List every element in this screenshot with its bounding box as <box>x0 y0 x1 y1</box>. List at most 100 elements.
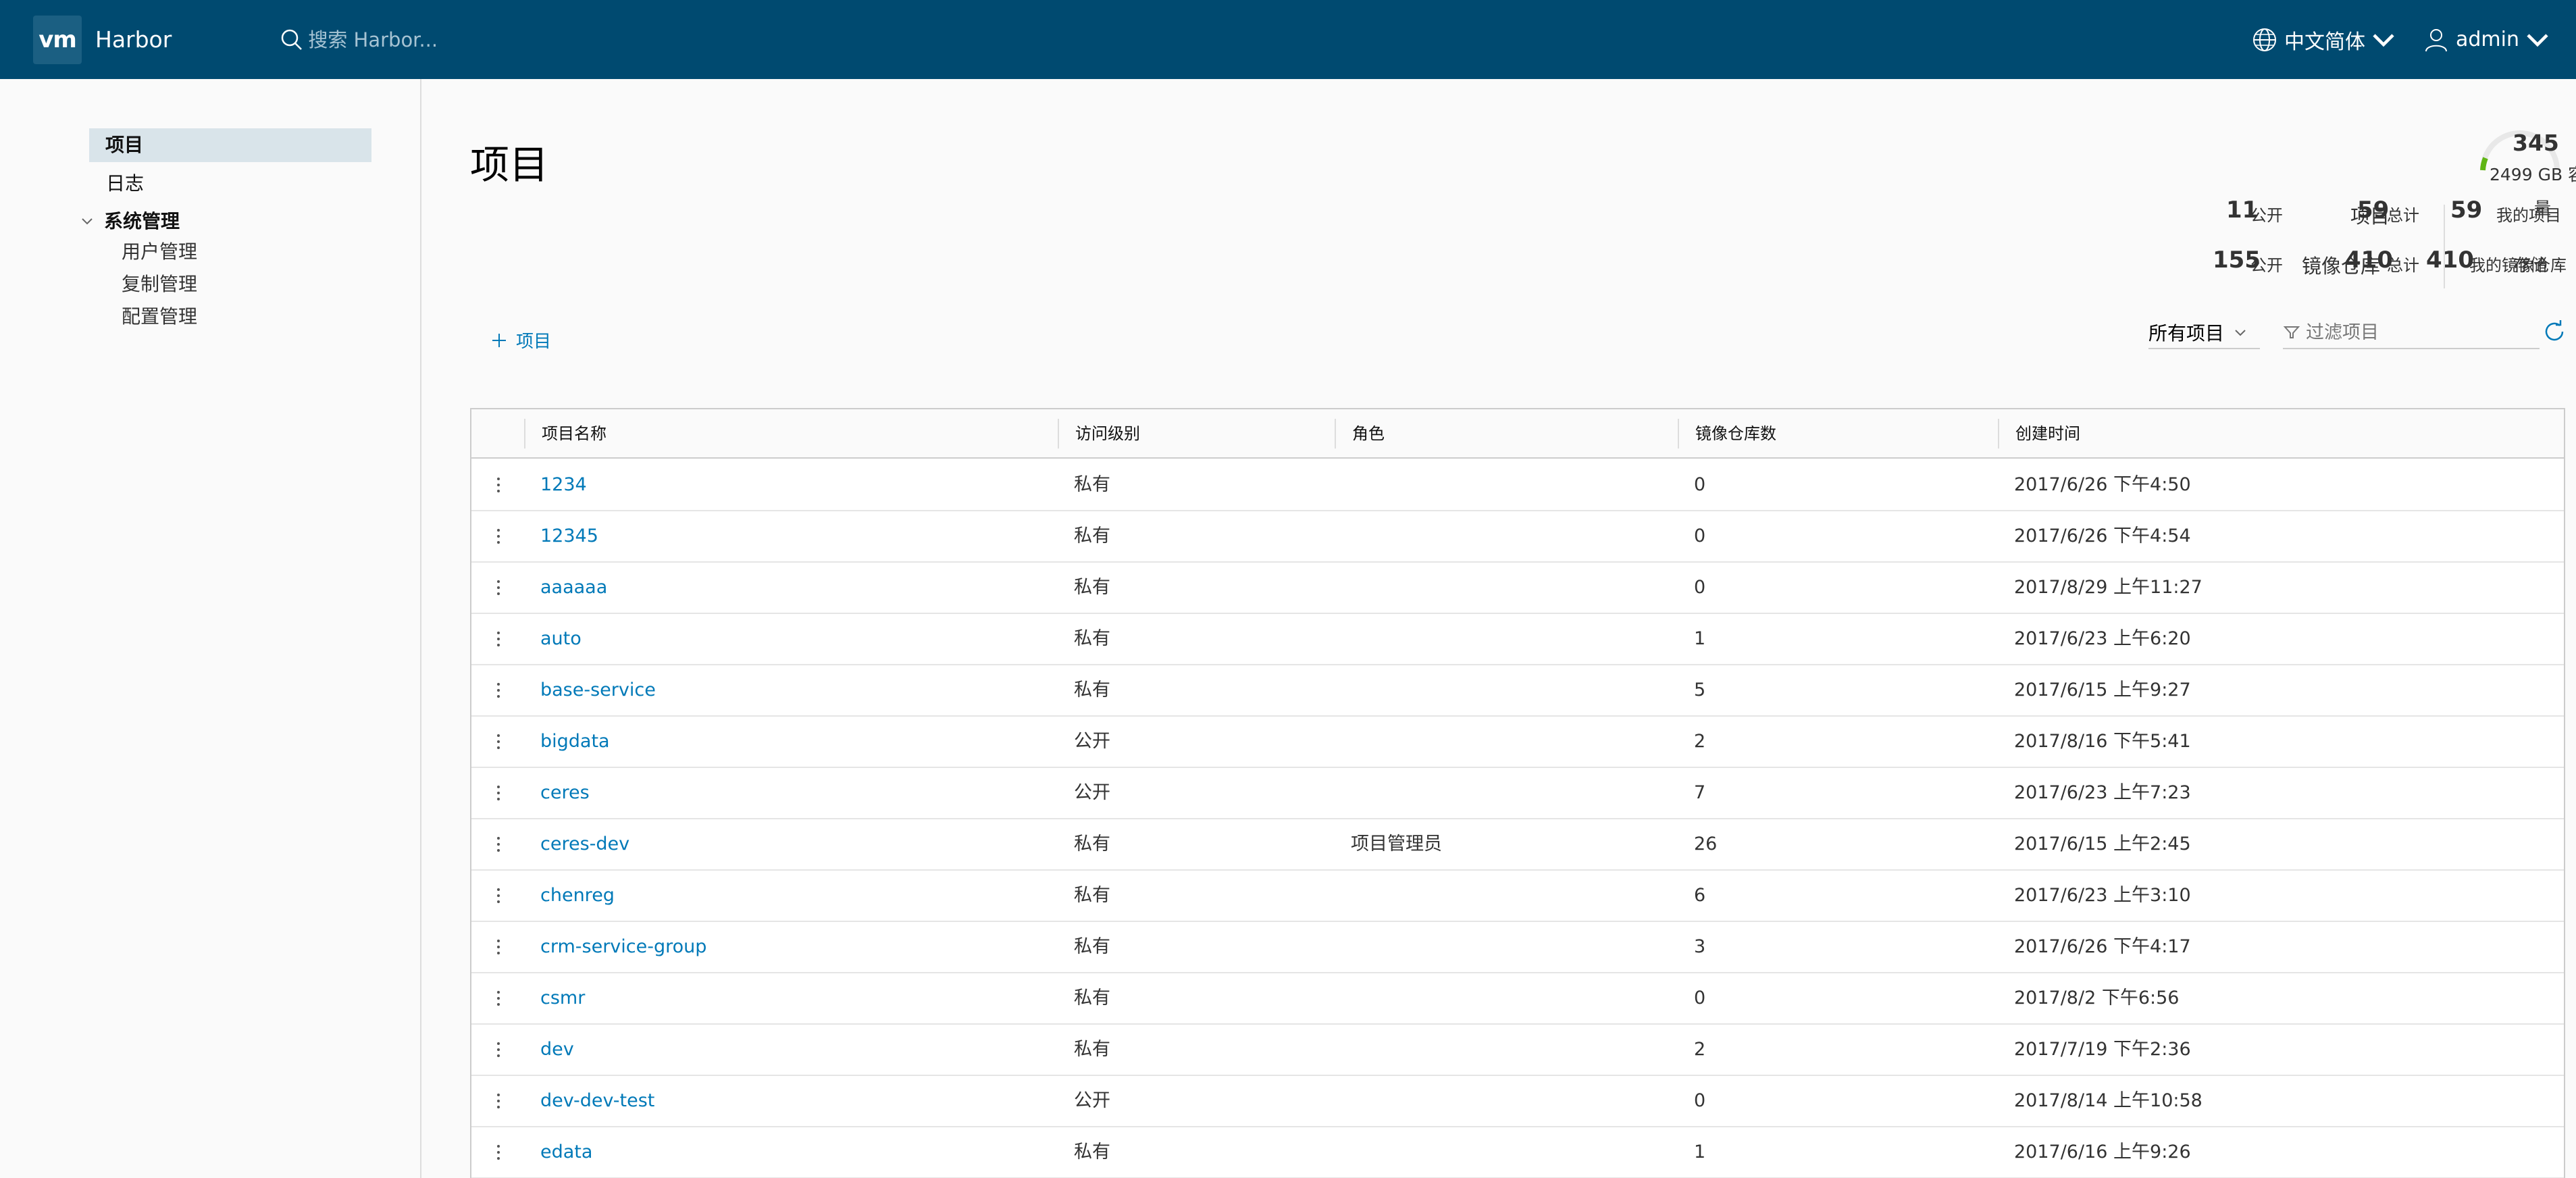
repo-count-cell: 6 <box>1694 885 1706 906</box>
sidebar-item-users[interactable]: 用户管理 <box>122 236 197 268</box>
creation-time-cell: 2017/6/26 下午4:17 <box>2014 936 2191 957</box>
project-name-link[interactable]: edata <box>524 1127 592 1177</box>
column-header-name[interactable]: 项目名称 <box>524 419 1058 449</box>
row-actions-icon[interactable] <box>492 834 505 854</box>
project-name-link[interactable]: 1234 <box>524 460 587 510</box>
access-level-cell: 私有 <box>1074 577 1110 598</box>
access-level-cell: 私有 <box>1074 1142 1110 1162</box>
repo-count-cell: 5 <box>1694 680 1706 700</box>
role-cell <box>1335 614 1351 664</box>
access-level-cell: 私有 <box>1074 680 1110 700</box>
repo-count-cell: 0 <box>1694 577 1706 598</box>
row-actions-icon[interactable] <box>492 732 505 752</box>
sidebar-item-projects[interactable]: 项目 <box>89 128 371 162</box>
row-actions-icon[interactable] <box>492 937 505 957</box>
table-row: aaaaaa 私有 0 2017/8/29 上午11:27 <box>471 563 2564 614</box>
row-actions-icon[interactable] <box>492 886 505 906</box>
storage-used: 345 <box>2513 130 2559 156</box>
project-name-link[interactable]: ceres <box>524 768 590 818</box>
row-actions-icon[interactable] <box>492 629 505 649</box>
project-filter-input[interactable] <box>2306 322 2529 343</box>
role-cell <box>1335 1127 1351 1177</box>
add-project-button[interactable]: 项目 <box>490 328 551 353</box>
refresh-icon[interactable] <box>2542 319 2567 344</box>
stats-projects-public-label: 公开 <box>2250 206 2283 225</box>
access-level-cell: 私有 <box>1074 474 1110 495</box>
stats-repos-total-label: 总计 <box>2387 256 2419 275</box>
projects-table: 项目名称 访问级别 角色 镜像仓库数 创建时间 1234 私有 0 2017/6/26… <box>470 408 2565 1178</box>
creation-time-cell: 2017/6/26 下午4:50 <box>2014 474 2191 495</box>
row-actions-icon[interactable] <box>492 988 505 1008</box>
globe-icon <box>2253 28 2276 51</box>
user-name: admin <box>2456 28 2519 51</box>
row-actions-icon[interactable] <box>492 578 505 598</box>
project-name-link[interactable]: crm-service-group <box>524 922 706 972</box>
header-right: 中文简体 admin <box>2232 0 2557 79</box>
table-row: dev 私有 2 2017/7/19 下午2:36 <box>471 1025 2564 1076</box>
access-level-cell: 私有 <box>1074 834 1110 854</box>
creation-time-cell: 2017/6/23 上午6:20 <box>2014 628 2191 649</box>
project-name-link[interactable]: ceres-dev <box>524 819 629 869</box>
project-name-link[interactable]: auto <box>524 614 582 664</box>
sidebar-item-logs[interactable]: 日志 <box>106 167 144 201</box>
brand-name: Harbor <box>95 26 172 53</box>
sidebar-item-configuration[interactable]: 配置管理 <box>122 301 197 333</box>
table-row: 12345 私有 0 2017/6/26 下午4:54 <box>471 511 2564 563</box>
project-name-link[interactable]: chenreg <box>524 871 615 921</box>
add-project-label: 项目 <box>516 332 552 352</box>
row-actions-icon[interactable] <box>492 1091 505 1111</box>
repo-count-cell: 0 <box>1694 474 1706 495</box>
search-input[interactable] <box>308 28 646 51</box>
column-header-created[interactable]: 创建时间 <box>1998 419 2564 449</box>
access-level-cell: 私有 <box>1074 526 1110 546</box>
row-actions-icon[interactable] <box>492 475 505 495</box>
creation-time-cell: 2017/8/29 上午11:27 <box>2014 577 2203 598</box>
table-row: ceres-dev 私有 项目管理员 26 2017/6/15 上午2:45 <box>471 819 2564 871</box>
creation-time-cell: 2017/6/26 下午4:54 <box>2014 526 2191 546</box>
access-level-cell: 私有 <box>1074 936 1110 957</box>
project-type-value: 所有项目 <box>2148 322 2225 344</box>
access-level-cell: 公开 <box>1074 731 1110 752</box>
project-name-link[interactable]: aaaaaa <box>524 563 607 613</box>
project-name-link[interactable]: bigdata <box>524 717 610 767</box>
repo-count-cell: 1 <box>1694 1142 1706 1162</box>
table-row: crm-service-group 私有 3 2017/6/26 下午4:17 <box>471 922 2564 973</box>
creation-time-cell: 2017/7/19 下午2:36 <box>2014 1039 2191 1060</box>
search-icon <box>282 29 303 50</box>
repo-count-cell: 1 <box>1694 628 1706 649</box>
sidebar-group-admin[interactable]: 系统管理 <box>80 205 180 238</box>
role-cell <box>1335 768 1351 818</box>
row-actions-icon[interactable] <box>492 1040 505 1060</box>
access-level-cell: 私有 <box>1074 628 1110 649</box>
column-select <box>471 409 524 458</box>
row-actions-icon[interactable] <box>492 526 505 546</box>
project-name-link[interactable]: dev <box>524 1025 574 1075</box>
project-name-link[interactable]: dev-dev-test <box>524 1076 654 1126</box>
row-actions-icon[interactable] <box>492 680 505 700</box>
table-header: 项目名称 访问级别 角色 镜像仓库数 创建时间 <box>471 409 2564 459</box>
column-header-repos[interactable]: 镜像仓库数 <box>1678 419 1998 449</box>
project-name-link[interactable]: csmr <box>524 973 585 1023</box>
creation-time-cell: 2017/6/15 上午2:45 <box>2014 834 2191 854</box>
project-name-link[interactable]: base-service <box>524 665 656 715</box>
project-name-link[interactable]: 12345 <box>524 511 598 561</box>
role-cell <box>1335 871 1351 921</box>
role-cell <box>1335 717 1351 767</box>
role-cell <box>1335 563 1351 613</box>
row-actions-icon[interactable] <box>492 1142 505 1162</box>
vmware-logo: vm <box>33 15 82 64</box>
table-row: edata 私有 1 2017/6/16 上午9:26 <box>471 1127 2564 1178</box>
brand[interactable]: vm Harbor <box>33 15 172 64</box>
user-menu[interactable]: admin <box>2422 26 2557 54</box>
chevron-down-icon <box>2373 33 2394 47</box>
row-actions-icon[interactable] <box>492 783 505 803</box>
project-type-select[interactable]: 所有项目 <box>2148 317 2260 349</box>
role-cell <box>1335 1076 1351 1126</box>
creation-time-cell: 2017/6/15 上午9:27 <box>2014 680 2191 700</box>
storage-capacity-line1: 2499 GB 容 <box>2490 165 2576 184</box>
repo-count-cell: 2 <box>1694 1039 1706 1060</box>
column-header-access[interactable]: 访问级别 <box>1058 419 1335 449</box>
column-header-role[interactable]: 角色 <box>1335 419 1678 449</box>
language-selector[interactable]: 中文简体 <box>2250 25 2403 55</box>
sidebar-item-replication[interactable]: 复制管理 <box>122 268 197 301</box>
